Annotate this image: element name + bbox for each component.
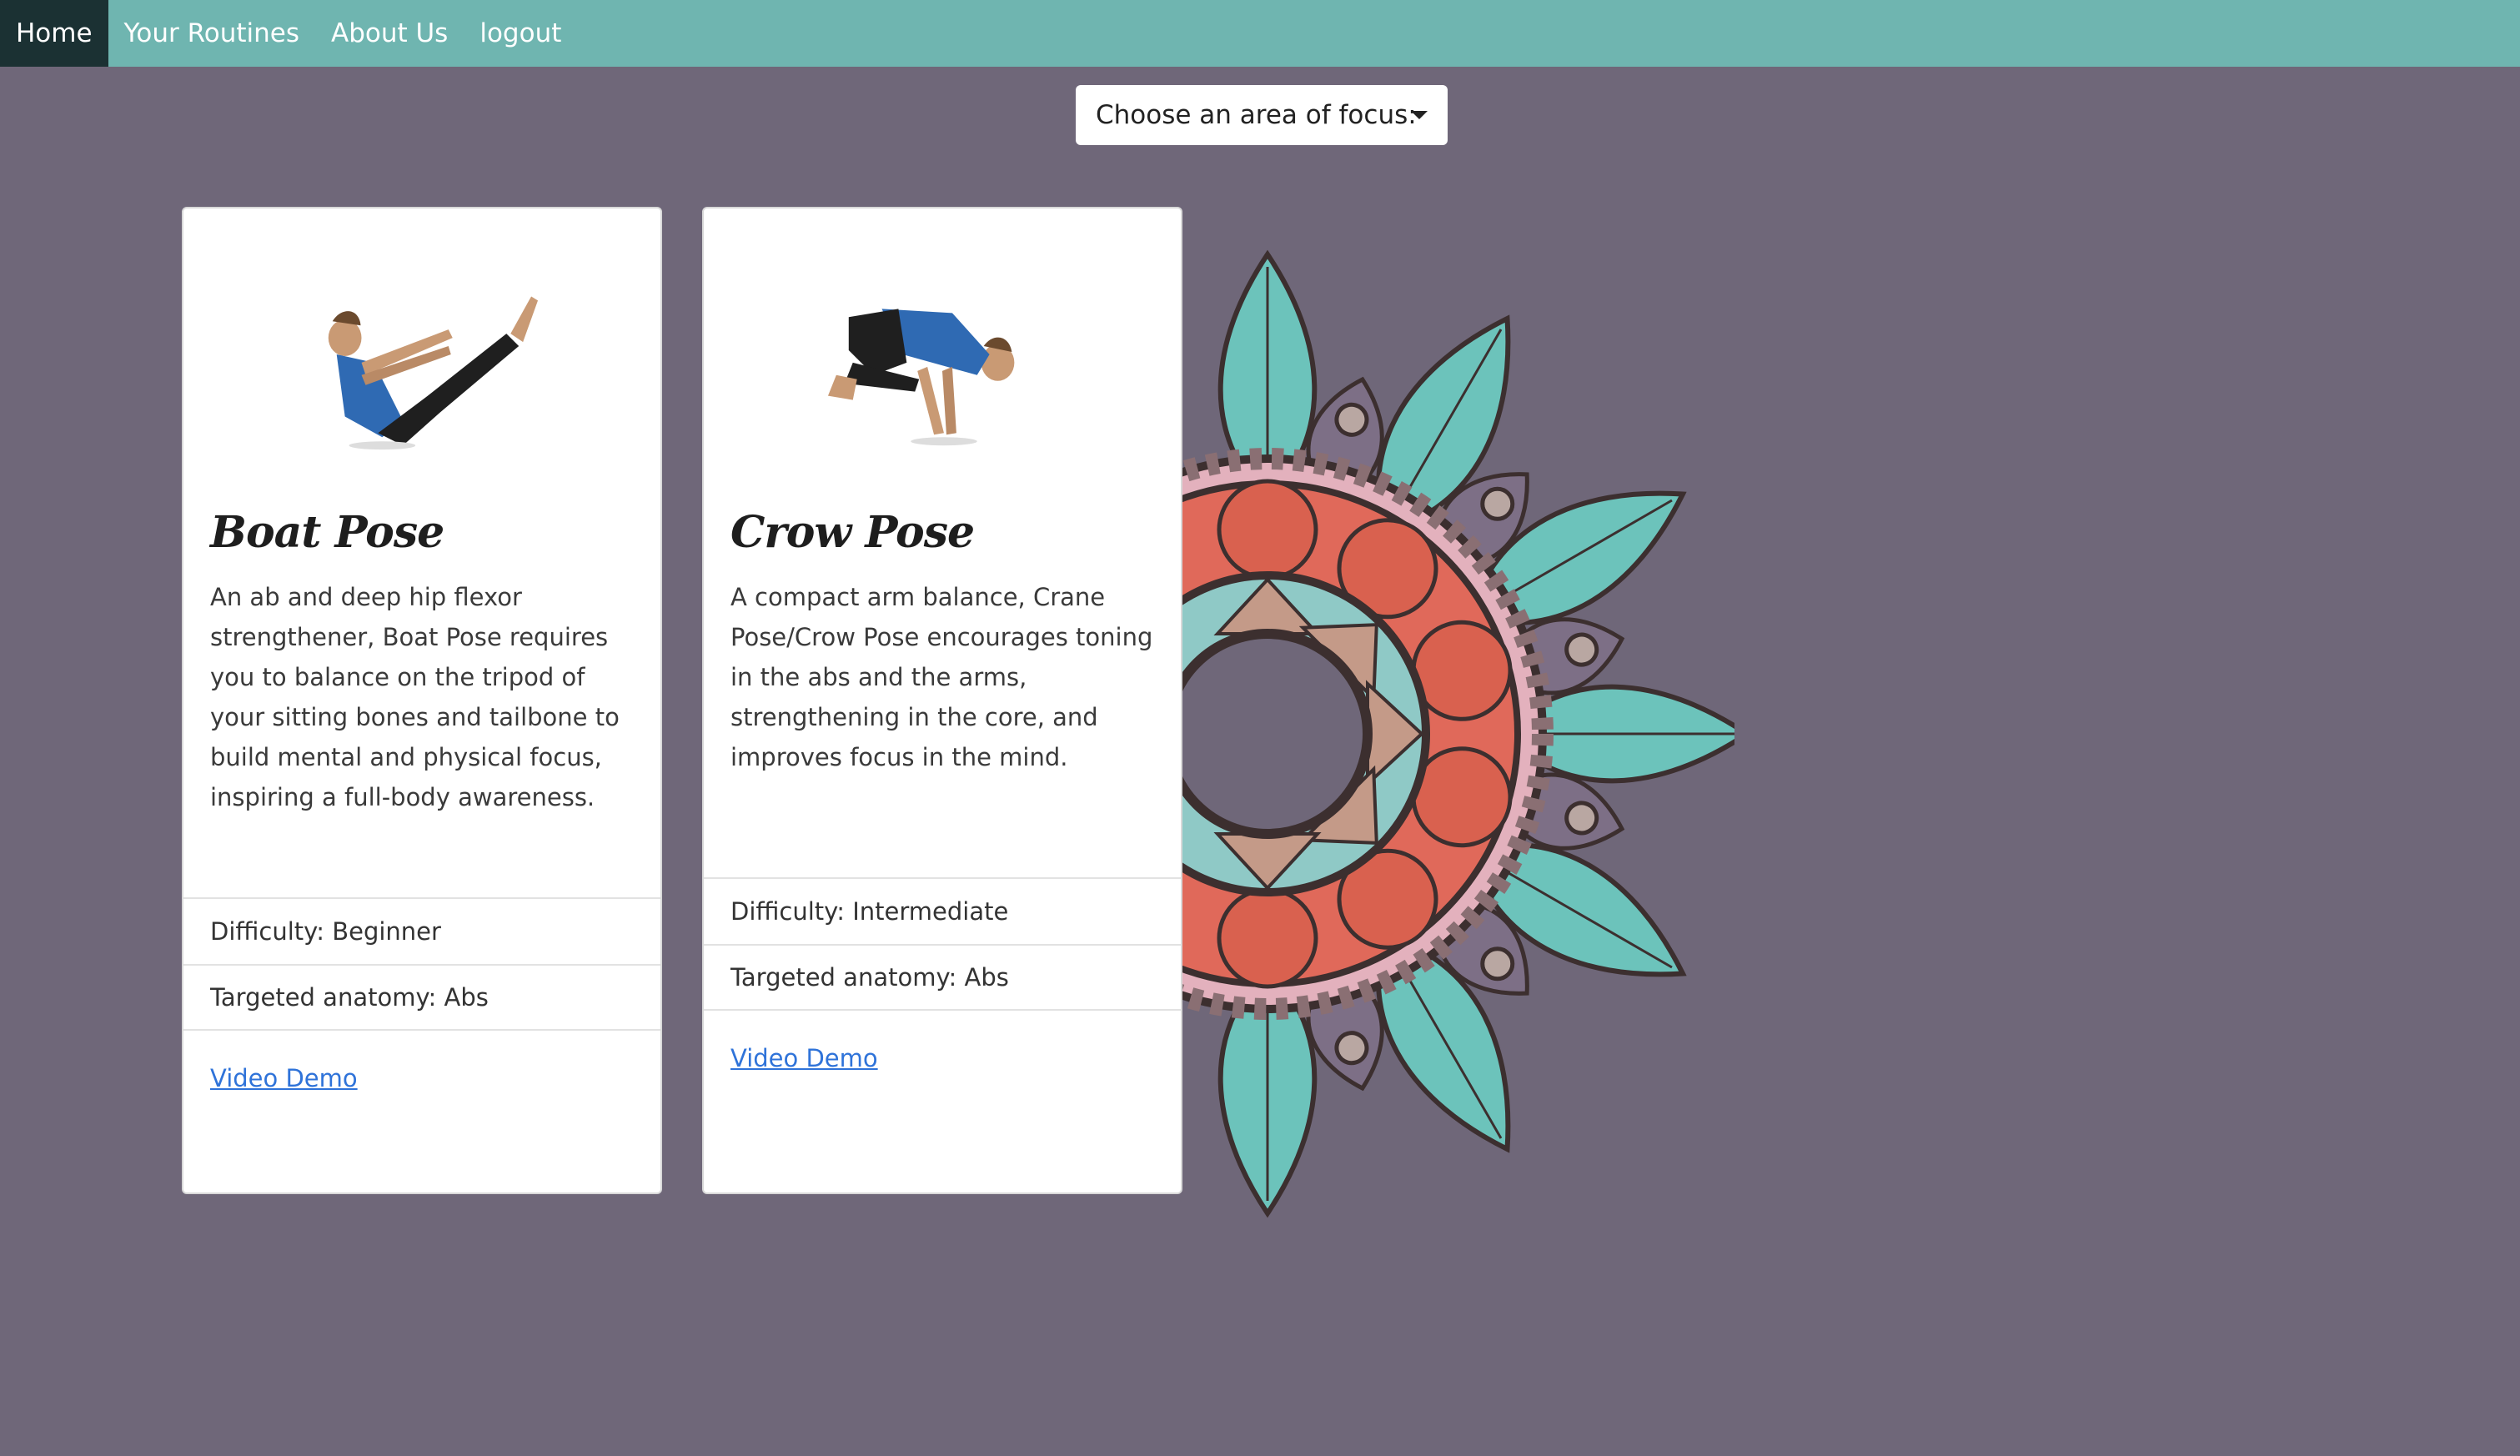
difficulty-item: Difficulty: Beginner — [183, 897, 660, 964]
focus-area-dropdown[interactable]: Choose an area of focus: — [1076, 85, 1448, 145]
pose-card: Crow Pose A compact arm balance, Crane P… — [702, 207, 1182, 1194]
anatomy-item: Targeted anatomy: Abs — [183, 964, 660, 1031]
nav-logout[interactable]: logout — [464, 0, 577, 67]
card-title: Boat Pose — [210, 507, 444, 558]
video-demo-link[interactable]: Video Demo — [210, 1064, 358, 1092]
pose-card: Boat Pose An ab and deep hip flexor stre… — [182, 207, 662, 1194]
boat-pose-image — [328, 296, 539, 450]
card-description: A compact arm balance, Crane Pose/Crow P… — [730, 583, 1153, 771]
card-title: Crow Pose — [730, 507, 975, 558]
nav-home[interactable]: Home — [0, 0, 108, 67]
focus-area-dropdown-label: Choose an area of focus: — [1096, 100, 1417, 130]
difficulty-item: Difficulty: Intermediate — [704, 877, 1181, 944]
anatomy-item: Targeted anatomy: Abs — [704, 944, 1181, 1011]
card-details-list: Difficulty: Beginner Targeted anatomy: A… — [183, 897, 660, 1031]
nav-your-routines[interactable]: Your Routines — [108, 0, 315, 67]
crow-pose-image — [827, 309, 1015, 446]
mandala-illustration — [1167, 249, 1734, 1218]
nav-about-us[interactable]: About Us — [315, 0, 464, 67]
caret-down-icon — [1411, 111, 1428, 119]
card-description: An ab and deep hip flexor strengthener, … — [210, 583, 620, 811]
card-details-list: Difficulty: Intermediate Targeted anatom… — [704, 877, 1181, 1011]
video-demo-link[interactable]: Video Demo — [730, 1044, 878, 1072]
top-navbar: Home Your Routines About Us logout — [0, 0, 2520, 67]
